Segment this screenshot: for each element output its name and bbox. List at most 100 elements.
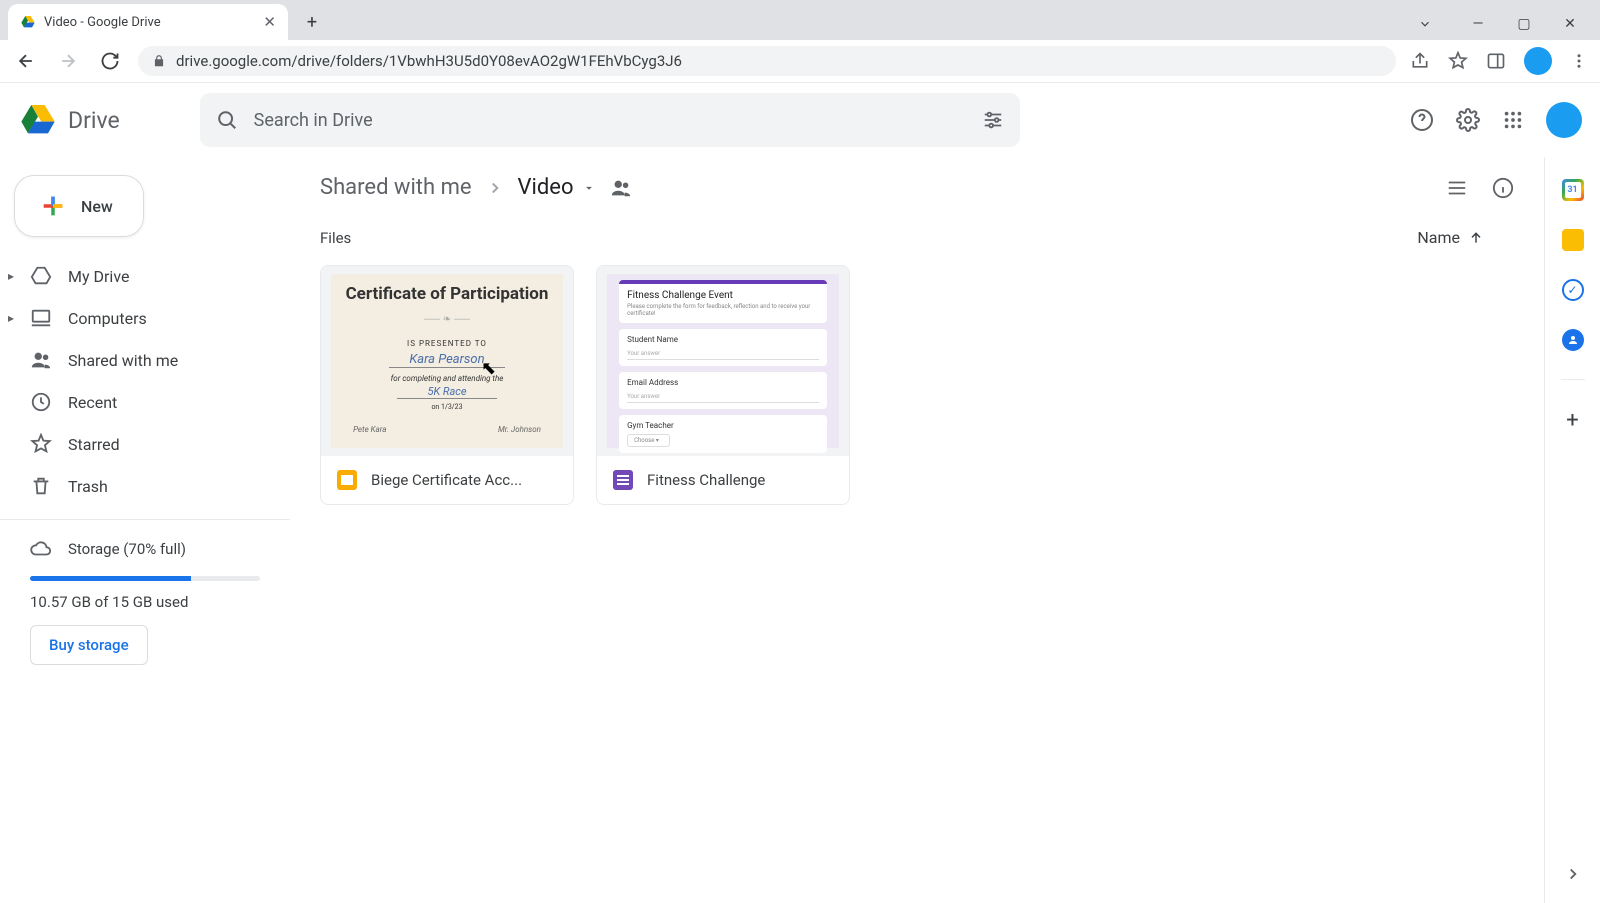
content-main: Shared with me Video Files Name: [290, 157, 1544, 903]
chevron-right-icon: [486, 179, 504, 197]
nav-starred[interactable]: Starred: [0, 423, 290, 465]
new-tab-button[interactable]: +: [298, 8, 326, 36]
expand-icon[interactable]: ▸: [8, 311, 14, 325]
file-name: Fitness Challenge: [647, 471, 765, 489]
breadcrumb-current-label: Video: [518, 175, 574, 200]
buy-storage-button[interactable]: Buy storage: [30, 625, 148, 665]
form-q2: Email Address: [627, 378, 819, 387]
sort-arrow-icon: [1468, 230, 1484, 246]
account-avatar[interactable]: [1546, 102, 1582, 138]
storage-label: Storage (70% full): [68, 540, 186, 558]
breadcrumb: Shared with me Video: [320, 175, 1514, 200]
apps-icon[interactable]: [1502, 109, 1524, 131]
file-grid: Certificate of Participation ⸺ ❧ ⸺ IS PR…: [320, 265, 1514, 505]
divider: [0, 519, 290, 520]
tasks-icon[interactable]: ✓: [1562, 279, 1584, 301]
forward-button[interactable]: [54, 47, 82, 75]
chrome-profile-avatar[interactable]: [1524, 47, 1552, 75]
form-subtitle: Please complete the form for feedback, r…: [627, 303, 819, 317]
tab-search-icon[interactable]: [1418, 17, 1446, 31]
share-page-icon[interactable]: [1410, 51, 1430, 71]
search-input[interactable]: [254, 110, 982, 131]
topbar: Drive: [0, 83, 1600, 157]
sort-button[interactable]: Name: [1417, 228, 1514, 247]
drive-logo-icon: [18, 100, 58, 140]
reload-button[interactable]: [96, 47, 124, 75]
nav-recent[interactable]: Recent: [0, 381, 290, 423]
nav-label: My Drive: [68, 267, 129, 286]
nav-label: Starred: [68, 435, 120, 454]
details-icon[interactable]: [1492, 177, 1514, 199]
cert-sig-left: Pete Kara: [353, 425, 386, 434]
nav-storage[interactable]: Storage (70% full): [0, 532, 290, 566]
shared-icon: [30, 349, 52, 371]
content: Shared with me Video Files Name: [290, 157, 1600, 903]
tab-title: Video - Google Drive: [44, 15, 161, 30]
nav-my-drive[interactable]: ▸ My Drive: [0, 255, 290, 297]
brand[interactable]: Drive: [18, 100, 120, 140]
nav-label: Shared with me: [68, 351, 178, 370]
nav-computers[interactable]: ▸ Computers: [0, 297, 290, 339]
buy-storage-label: Buy storage: [49, 636, 129, 654]
breadcrumb-current[interactable]: Video: [518, 175, 596, 200]
new-button-label: New: [81, 197, 113, 216]
list-view-icon[interactable]: [1446, 177, 1468, 199]
nav-shared[interactable]: Shared with me: [0, 339, 290, 381]
form-q3: Gym Teacher: [627, 421, 819, 430]
cert-title: Certificate of Participation: [343, 284, 551, 304]
address-bar: drive.google.com/drive/folders/1VbwhH3U5…: [0, 40, 1600, 83]
settings-icon[interactable]: [1456, 108, 1480, 132]
search-options-icon[interactable]: [982, 109, 1004, 131]
forms-icon: [613, 470, 633, 490]
back-button[interactable]: [12, 47, 40, 75]
expand-icon[interactable]: ▸: [8, 269, 14, 283]
url-field[interactable]: drive.google.com/drive/folders/1VbwhH3U5…: [138, 46, 1396, 76]
cert-sig-right: Mr. Johnson: [498, 425, 541, 434]
minimize-icon[interactable]: —: [1464, 16, 1492, 32]
search-bar[interactable]: [200, 93, 1020, 147]
hide-panel-icon[interactable]: [1564, 865, 1582, 883]
sidebar: New ▸ My Drive ▸ Computers Shared with m…: [0, 157, 290, 903]
starred-icon: [30, 433, 52, 455]
cert-event: 5K Race: [397, 385, 496, 399]
side-panel-icon[interactable]: [1486, 51, 1506, 71]
chrome-menu-icon[interactable]: [1570, 52, 1588, 70]
contacts-icon[interactable]: [1562, 329, 1584, 351]
breadcrumb-root[interactable]: Shared with me: [320, 175, 472, 200]
close-tab-icon[interactable]: ✕: [263, 13, 276, 31]
browser-chrome: Video - Google Drive ✕ + — ▢ ✕ drive.goo…: [0, 0, 1600, 83]
browser-tab[interactable]: Video - Google Drive ✕: [8, 4, 288, 40]
file-footer: Fitness Challenge: [597, 456, 849, 504]
form-title: Fitness Challenge Event: [627, 290, 819, 301]
form-ph2: Your answer: [627, 393, 819, 403]
tab-bar: Video - Google Drive ✕ + — ▢ ✕: [0, 0, 1600, 40]
trash-icon: [30, 475, 52, 497]
certificate-preview: Certificate of Participation ⸺ ❧ ⸺ IS PR…: [331, 274, 563, 449]
dropdown-icon: [582, 181, 596, 195]
sort-label: Name: [1417, 228, 1460, 247]
maximize-icon[interactable]: ▢: [1510, 16, 1538, 32]
support-icon[interactable]: [1410, 108, 1434, 132]
get-addons-icon[interactable]: +: [1566, 408, 1578, 433]
search-icon[interactable]: [216, 109, 238, 131]
nav-trash[interactable]: Trash: [0, 465, 290, 507]
file-thumb: Fitness Challenge Event Please complete …: [597, 266, 849, 456]
storage-used-text: 10.57 GB of 15 GB used: [0, 593, 290, 625]
file-card-certificate[interactable]: Certificate of Participation ⸺ ❧ ⸺ IS PR…: [320, 265, 574, 505]
bookmark-icon[interactable]: [1448, 51, 1468, 71]
cert-person: Kara Pearson: [389, 352, 504, 368]
file-card-fitness[interactable]: Fitness Challenge Event Please complete …: [596, 265, 850, 505]
calendar-icon[interactable]: [1562, 179, 1584, 201]
new-button[interactable]: New: [14, 175, 144, 237]
url-text: drive.google.com/drive/folders/1VbwhH3U5…: [176, 52, 682, 70]
window-controls: — ▢ ✕: [1402, 16, 1600, 40]
shared-indicator-icon[interactable]: [610, 177, 632, 199]
computers-icon: [30, 307, 52, 329]
form-ph1: Your answer: [627, 350, 819, 360]
storage-bar: [30, 576, 260, 581]
form-dd: Choose: [634, 437, 654, 444]
keep-icon[interactable]: [1562, 229, 1584, 251]
close-window-icon[interactable]: ✕: [1556, 16, 1584, 32]
cloud-icon: [30, 538, 52, 560]
section-files-label: Files: [320, 229, 351, 247]
